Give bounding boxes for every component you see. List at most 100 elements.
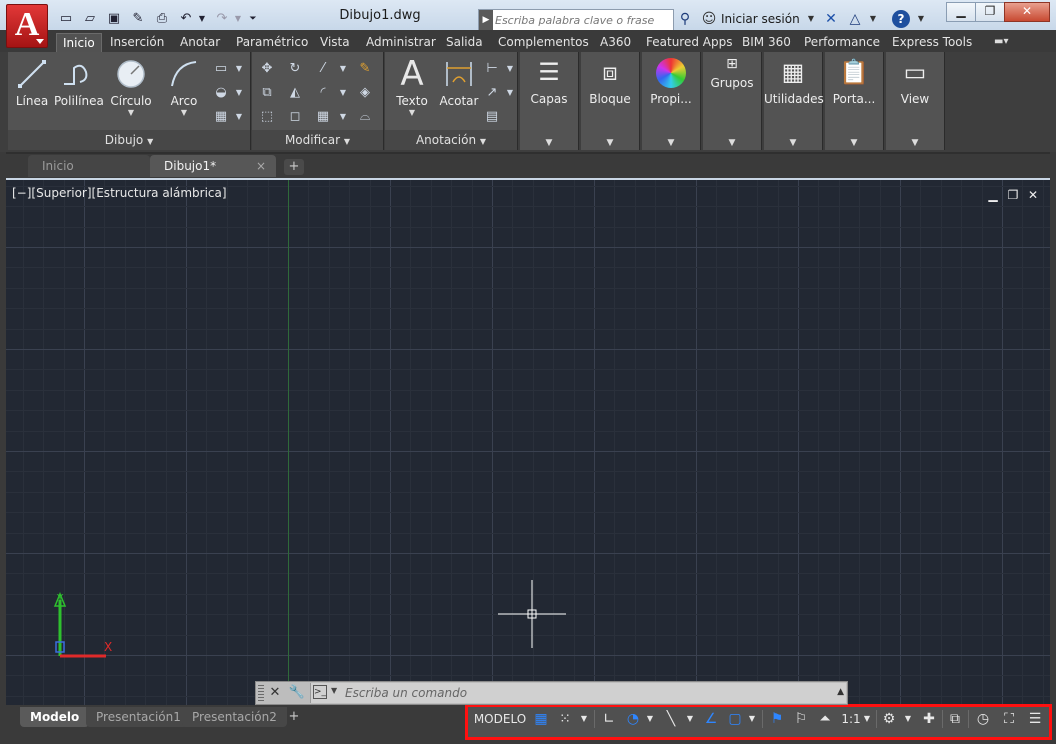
- isodraft-icon[interactable]: ╲: [660, 706, 682, 732]
- file-tab-dibujo1[interactable]: Dibujo1* ×: [150, 155, 276, 177]
- polar-tracking-icon[interactable]: ◔: [622, 706, 644, 732]
- object-snap-icon[interactable]: ▢: [724, 706, 746, 732]
- panel-view[interactable]: ▭ View ▼: [886, 52, 945, 150]
- model-space-button[interactable]: MODELO: [472, 706, 528, 732]
- chevron-down-icon[interactable]: ▼: [230, 60, 248, 78]
- viewport-minimize-icon[interactable]: ▁: [986, 188, 1000, 202]
- chevron-down-icon[interactable]: ▼: [684, 706, 696, 732]
- redo-icon[interactable]: ↷: [212, 10, 232, 28]
- command-input[interactable]: [345, 684, 815, 702]
- ribbon-tab-paramétrico[interactable]: Paramétrico: [230, 33, 314, 52]
- undo-icon[interactable]: ↶: [176, 10, 196, 28]
- search-input[interactable]: [495, 11, 671, 29]
- arc-button[interactable]: Arco ▼: [162, 58, 206, 117]
- connect-icon[interactable]: △: [846, 10, 864, 28]
- chevron-down-icon[interactable]: ▼: [230, 84, 248, 102]
- chevron-down-icon[interactable]: ▼: [501, 84, 519, 102]
- wrench-icon[interactable]: 🔧: [288, 684, 306, 702]
- panel-bloque[interactable]: ⧈ Bloque ▼: [581, 52, 640, 150]
- ribbon-tab-featured-apps[interactable]: Featured Apps: [640, 33, 738, 52]
- layers-button[interactable]: ☰ Capas: [520, 56, 578, 106]
- chevron-down-icon[interactable]: ▼: [108, 108, 154, 117]
- layout-tab-modelo[interactable]: Modelo: [20, 707, 90, 727]
- fillet-icon[interactable]: ◜: [314, 84, 332, 102]
- chevron-down-icon[interactable]: ▼: [862, 706, 872, 732]
- grid-display-icon[interactable]: ▦: [530, 706, 552, 732]
- command-prompt-icon[interactable]: >_: [313, 685, 327, 699]
- circle-button[interactable]: Círculo ▼: [108, 58, 154, 117]
- panel-utilidades[interactable]: ▦ Utilidades ▼: [764, 52, 824, 150]
- panel-grupos[interactable]: ⊞ Grupos ▼: [703, 52, 762, 150]
- ribbon-minimize-icon[interactable]: ▬▾: [994, 36, 1018, 50]
- isolate-objects-icon[interactable]: ⧉: [944, 706, 966, 732]
- chevron-down-icon[interactable]: ▼: [746, 706, 758, 732]
- sign-in-button[interactable]: Iniciar sesión: [721, 12, 800, 26]
- expand-arrow-icon[interactable]: ▶: [479, 10, 493, 30]
- chevron-down-icon[interactable]: ▼: [703, 138, 761, 148]
- layout-tab-presentación1[interactable]: Presentación1: [86, 707, 191, 727]
- chevron-down-icon[interactable]: ▼: [764, 138, 822, 148]
- print-icon[interactable]: ⎙: [152, 10, 172, 28]
- viewport-controls-label[interactable]: [−][Superior][Estructura alámbrica]: [12, 186, 227, 200]
- restore-button[interactable]: ❐: [975, 2, 1005, 22]
- user-icon[interactable]: ☺: [700, 10, 718, 28]
- close-icon[interactable]: ✕: [266, 684, 284, 702]
- save-as-icon[interactable]: ✎: [128, 10, 148, 28]
- viewport-restore-icon[interactable]: ❐: [1006, 188, 1020, 202]
- copy-icon[interactable]: ⧉: [258, 84, 276, 102]
- panel-title-anotacion[interactable]: Anotación ▼: [385, 130, 517, 150]
- chevron-down-icon[interactable]: ▼: [802, 10, 820, 28]
- new-layout-button[interactable]: +: [286, 709, 302, 725]
- panel-title-modificar[interactable]: Modificar ▼: [252, 130, 383, 150]
- ribbon-tab-a360[interactable]: A360: [594, 33, 637, 52]
- panel-propiedades[interactable]: Propi... ▼: [642, 52, 701, 150]
- new-tab-button[interactable]: +: [284, 159, 304, 175]
- chevron-down-icon[interactable]: ▼: [578, 706, 590, 732]
- drag-grip-icon[interactable]: [258, 685, 264, 701]
- open-folder-icon[interactable]: ▱: [80, 10, 100, 28]
- hatch-icon[interactable]: ◒: [212, 84, 230, 102]
- text-button[interactable]: A Texto ▼: [391, 57, 433, 117]
- stretch-icon[interactable]: ⬚: [258, 108, 276, 126]
- object-snap-tracking-icon[interactable]: ∠: [700, 706, 722, 732]
- rectangle-icon[interactable]: ▭: [212, 60, 230, 78]
- chevron-down-icon[interactable]: ▼: [864, 10, 882, 28]
- rotate-icon[interactable]: ↻: [286, 60, 304, 78]
- chevron-down-icon[interactable]: ▼: [644, 706, 656, 732]
- command-field[interactable]: >_ ▼ ▲: [310, 683, 846, 703]
- auto-scale-icon[interactable]: ⚐: [790, 706, 812, 732]
- erase-icon[interactable]: ✎: [356, 60, 374, 78]
- ribbon-tab-bim-360[interactable]: BIM 360: [736, 33, 797, 52]
- application-menu-button[interactable]: A: [6, 4, 48, 48]
- close-tab-icon[interactable]: ×: [256, 155, 266, 177]
- hardware-acceleration-icon[interactable]: ◷: [972, 706, 994, 732]
- chevron-down-icon[interactable]: ▼: [334, 108, 352, 126]
- explode-icon[interactable]: ◈: [356, 84, 374, 102]
- annotation-scale-value[interactable]: 1:1: [838, 706, 864, 732]
- chevron-down-icon[interactable]: ▼: [520, 138, 578, 148]
- panel-title-dibujo[interactable]: Dibujo ▼: [8, 130, 250, 150]
- properties-button[interactable]: Propi...: [642, 56, 700, 106]
- chevron-down-icon[interactable]: ▼: [230, 108, 248, 126]
- chevron-down-icon[interactable]: ▼: [642, 138, 700, 148]
- redo-dropdown-icon[interactable]: ▼: [232, 10, 244, 28]
- annotation-monitor-icon[interactable]: ✚: [918, 706, 940, 732]
- mirror-icon[interactable]: ◭: [286, 84, 304, 102]
- search-box[interactable]: ▶: [478, 9, 674, 31]
- view-button[interactable]: ▭ View: [886, 56, 944, 106]
- boundary-icon[interactable]: ▦: [212, 108, 230, 126]
- ortho-mode-icon[interactable]: ∟: [598, 706, 620, 732]
- new-file-icon[interactable]: ▭: [56, 10, 76, 28]
- panel-portapapeles[interactable]: 📋 Porta... ▼: [825, 52, 884, 150]
- save-icon[interactable]: ▣: [104, 10, 124, 28]
- ribbon-tab-complementos[interactable]: Complementos: [492, 33, 595, 52]
- polyline-button[interactable]: Polilínea: [54, 58, 104, 108]
- ribbon-tab-salida[interactable]: Salida: [440, 33, 489, 52]
- ribbon-tab-anotar[interactable]: Anotar: [174, 33, 226, 52]
- file-tab-inicio[interactable]: Inicio: [28, 155, 150, 177]
- trim-icon[interactable]: ⁄: [314, 60, 332, 78]
- viewport-close-icon[interactable]: ✕: [1026, 188, 1040, 202]
- ribbon-tab-administrar[interactable]: Administrar: [360, 33, 442, 52]
- customization-menu-icon[interactable]: ☰: [1024, 706, 1046, 732]
- table-icon[interactable]: ▤: [483, 108, 501, 126]
